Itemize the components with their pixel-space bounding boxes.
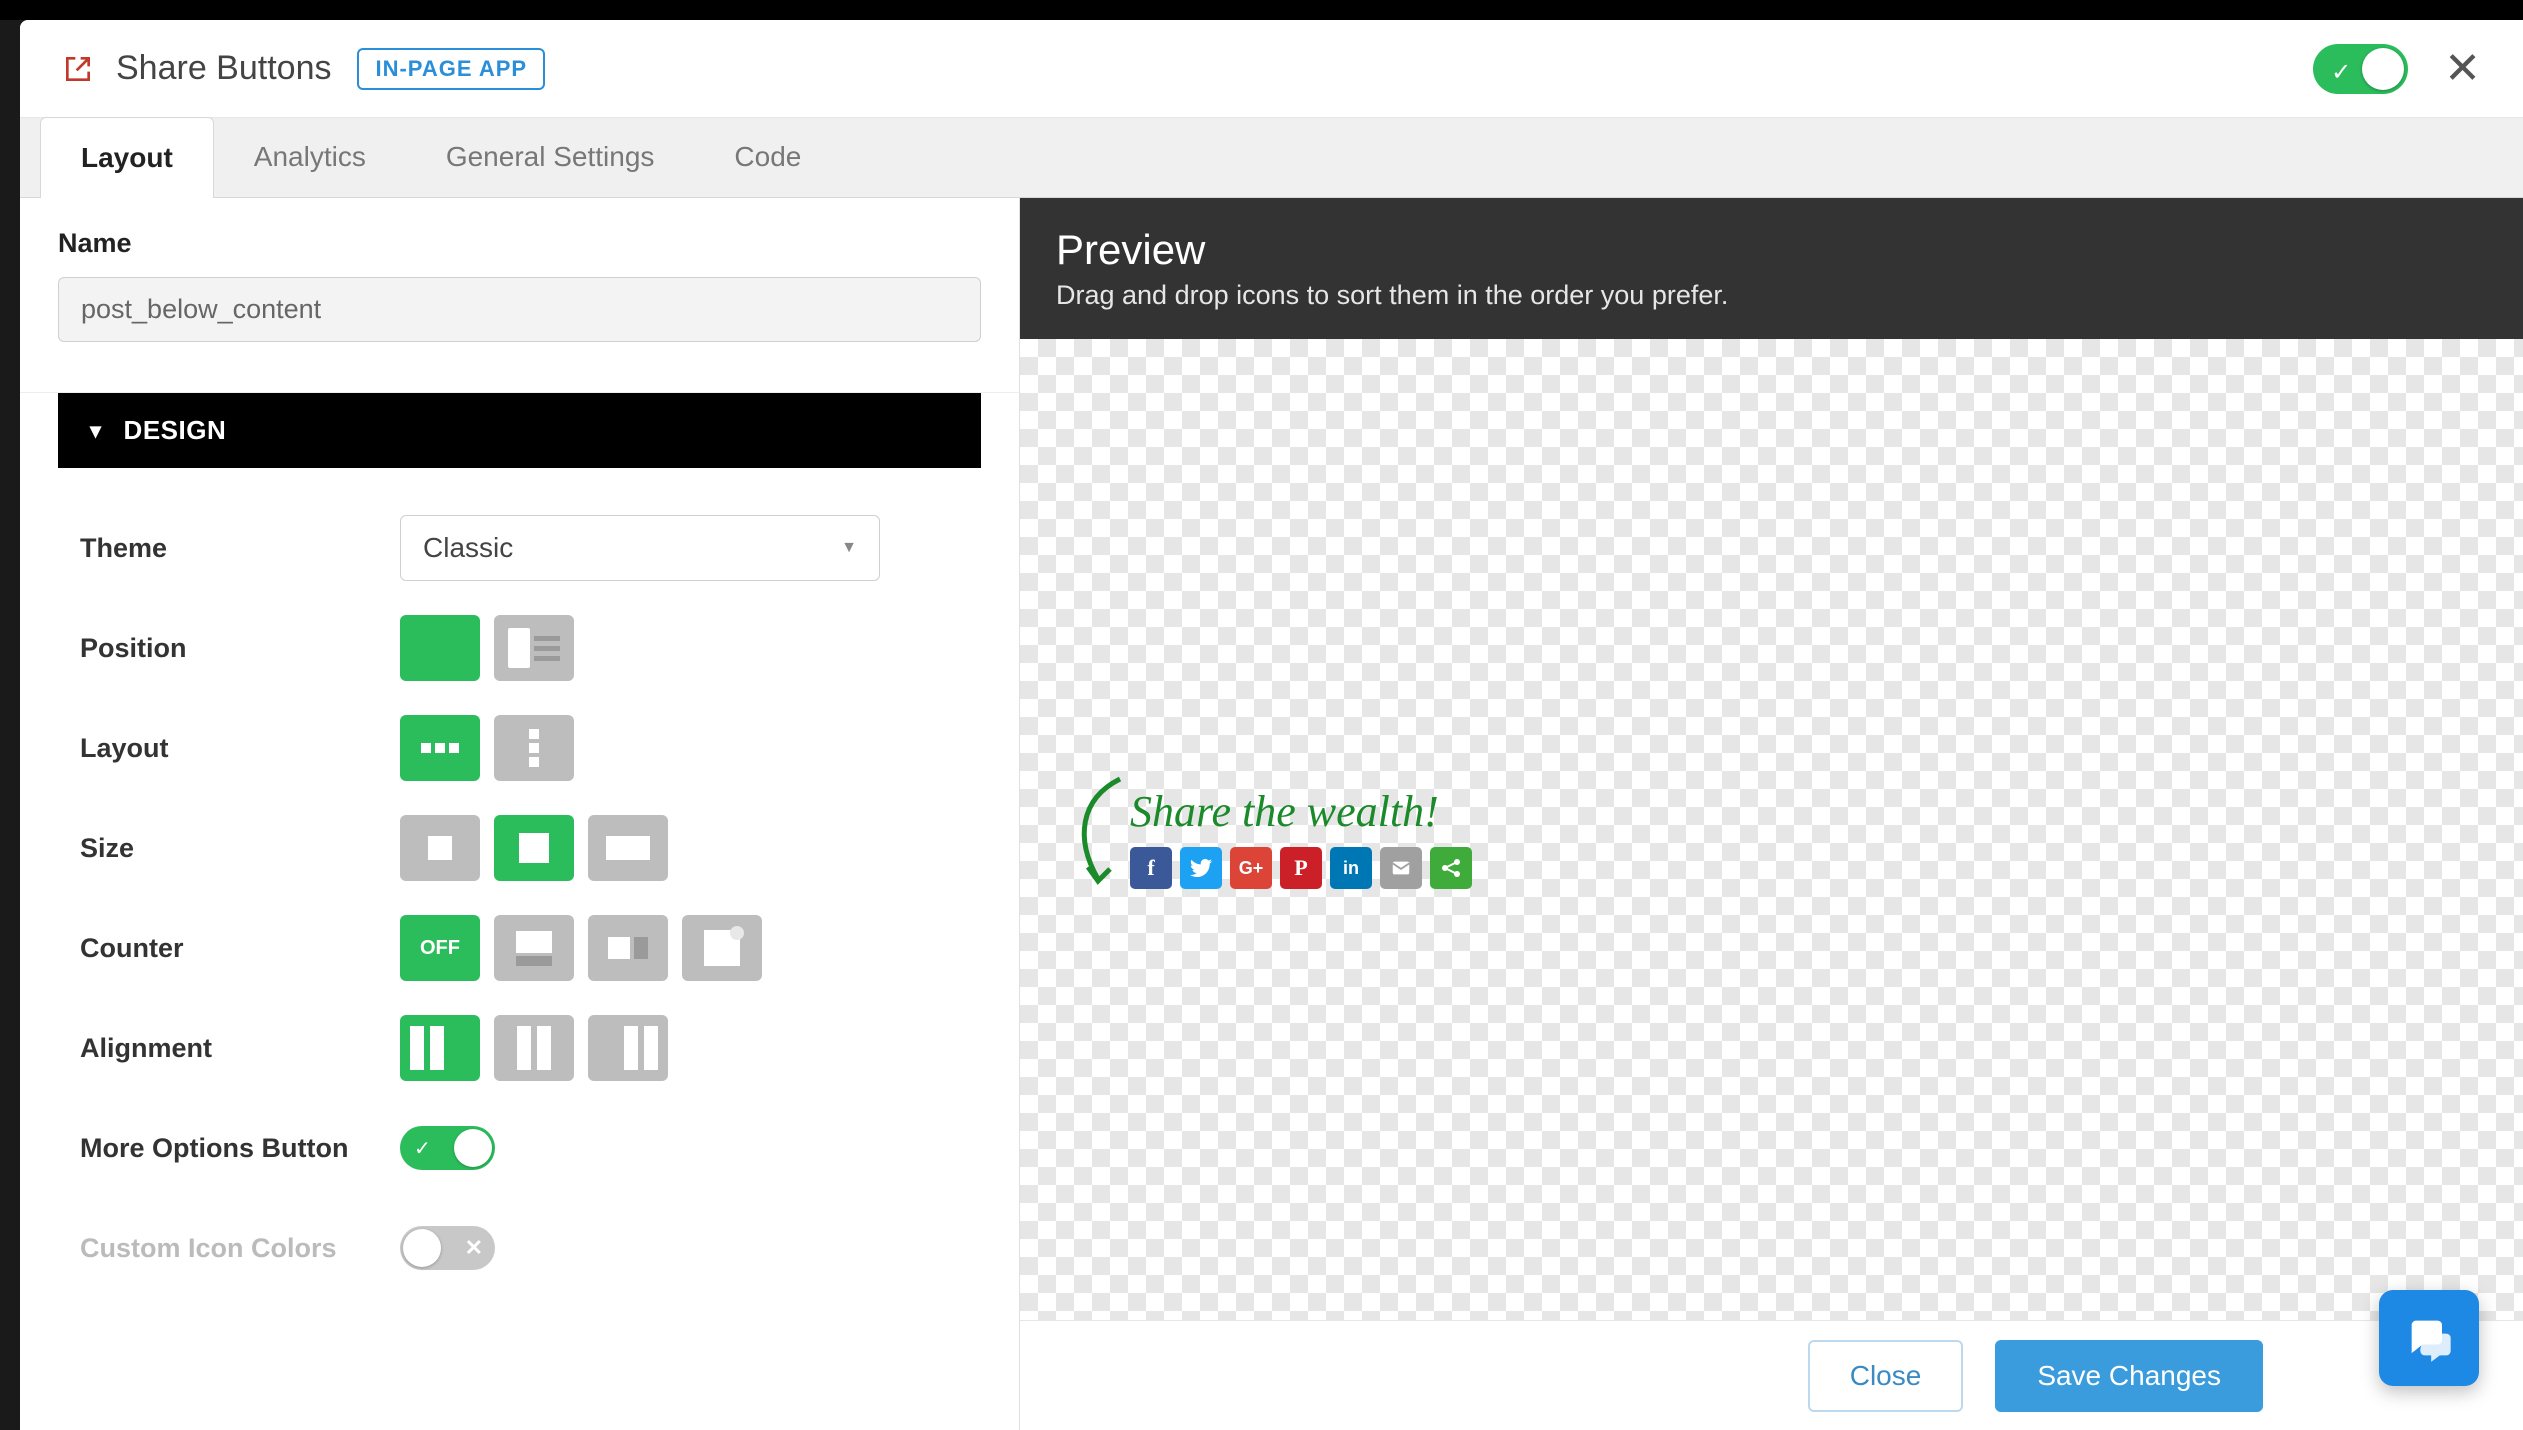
preview-body: Share the wealth! f G+ P in — [1020, 339, 2523, 1430]
size-option-medium[interactable] — [494, 815, 574, 881]
counter-option-off[interactable]: OFF — [400, 915, 480, 981]
position-label: Position — [80, 633, 400, 664]
share-text: Share the wealth! — [1130, 786, 1472, 837]
section-design-header[interactable]: ▾ DESIGN — [58, 393, 981, 468]
counter-label: Counter — [80, 933, 400, 964]
tab-bar: Layout Analytics General Settings Code — [20, 118, 2523, 198]
counter-option-above[interactable] — [494, 915, 574, 981]
size-option-small[interactable] — [400, 815, 480, 881]
tab-analytics[interactable]: Analytics — [214, 117, 406, 197]
section-design-body: Theme Classic ▼ Position — [20, 468, 1019, 1378]
tab-layout[interactable]: Layout — [40, 117, 214, 198]
preview-pane: Preview Drag and drop icons to sort them… — [1020, 198, 2523, 1430]
counter-option-corner[interactable] — [682, 915, 762, 981]
checkmark-icon: ✓ — [414, 1136, 431, 1161]
share-icon-facebook[interactable]: f — [1130, 847, 1172, 889]
section-design-title: DESIGN — [124, 415, 227, 446]
close-button[interactable]: Close — [1808, 1340, 1964, 1412]
curved-arrow-icon — [1060, 769, 1130, 889]
position-option-floating[interactable] — [494, 615, 574, 681]
layout-option-vertical[interactable] — [494, 715, 574, 781]
close-icon[interactable]: ✕ — [2444, 47, 2481, 91]
x-icon: ✕ — [465, 1235, 483, 1261]
size-label: Size — [80, 833, 400, 864]
badge-inpage-app: IN-PAGE APP — [357, 48, 545, 90]
more-options-toggle[interactable]: ✓ — [400, 1126, 495, 1170]
preview-subtitle: Drag and drop icons to sort them in the … — [1056, 280, 2487, 311]
share-icon — [62, 53, 94, 85]
preview-title: Preview — [1056, 226, 2487, 274]
app-header: Share Buttons IN-PAGE APP ✓ ✕ — [20, 20, 2523, 118]
share-icon-twitter[interactable] — [1180, 847, 1222, 889]
custom-icon-colors-label: Custom Icon Colors — [80, 1233, 400, 1264]
alignment-option-right[interactable] — [588, 1015, 668, 1081]
enable-toggle[interactable]: ✓ — [2313, 44, 2408, 94]
name-input[interactable] — [58, 277, 981, 342]
theme-value: Classic — [423, 532, 513, 563]
position-option-inline[interactable] — [400, 615, 480, 681]
footer: Close Save Changes — [1020, 1320, 2523, 1430]
custom-icon-colors-toggle[interactable]: ✕ — [400, 1226, 495, 1270]
alignment-option-center[interactable] — [494, 1015, 574, 1081]
theme-label: Theme — [80, 533, 400, 564]
app-title: Share Buttons — [116, 49, 331, 88]
share-icon-pinterest[interactable]: P — [1280, 847, 1322, 889]
preview-header: Preview Drag and drop icons to sort them… — [1020, 198, 2523, 339]
share-icon-googleplus[interactable]: G+ — [1230, 847, 1272, 889]
alignment-option-left[interactable] — [400, 1015, 480, 1081]
caret-down-icon: ▼ — [841, 539, 857, 557]
layout-option-horizontal[interactable] — [400, 715, 480, 781]
more-options-label: More Options Button — [80, 1133, 400, 1164]
share-icon-email[interactable] — [1380, 847, 1422, 889]
app-modal: Share Buttons IN-PAGE APP ✓ ✕ Layout Ana… — [20, 20, 2523, 1430]
counter-option-beside[interactable] — [588, 915, 668, 981]
theme-select[interactable]: Classic ▼ — [400, 515, 880, 581]
checkmark-icon: ✓ — [2331, 58, 2351, 87]
alignment-label: Alignment — [80, 1033, 400, 1064]
share-icon-linkedin[interactable]: in — [1330, 847, 1372, 889]
tab-code[interactable]: Code — [694, 117, 841, 197]
save-button[interactable]: Save Changes — [1995, 1340, 2263, 1412]
layout-label: Layout — [80, 733, 400, 764]
settings-pane: Name ▾ DESIGN Theme Classic ▼ — [20, 198, 1020, 1430]
share-widget-preview: Share the wealth! f G+ P in — [1060, 769, 1472, 889]
share-icon-more[interactable] — [1430, 847, 1472, 889]
share-icons-row: f G+ P in — [1130, 847, 1472, 889]
chat-fab[interactable] — [2379, 1290, 2479, 1386]
tab-general-settings[interactable]: General Settings — [406, 117, 695, 197]
chevron-down-icon: ▾ — [90, 418, 102, 444]
browser-bar — [0, 0, 2523, 20]
name-label: Name — [58, 228, 981, 259]
size-option-large[interactable] — [588, 815, 668, 881]
